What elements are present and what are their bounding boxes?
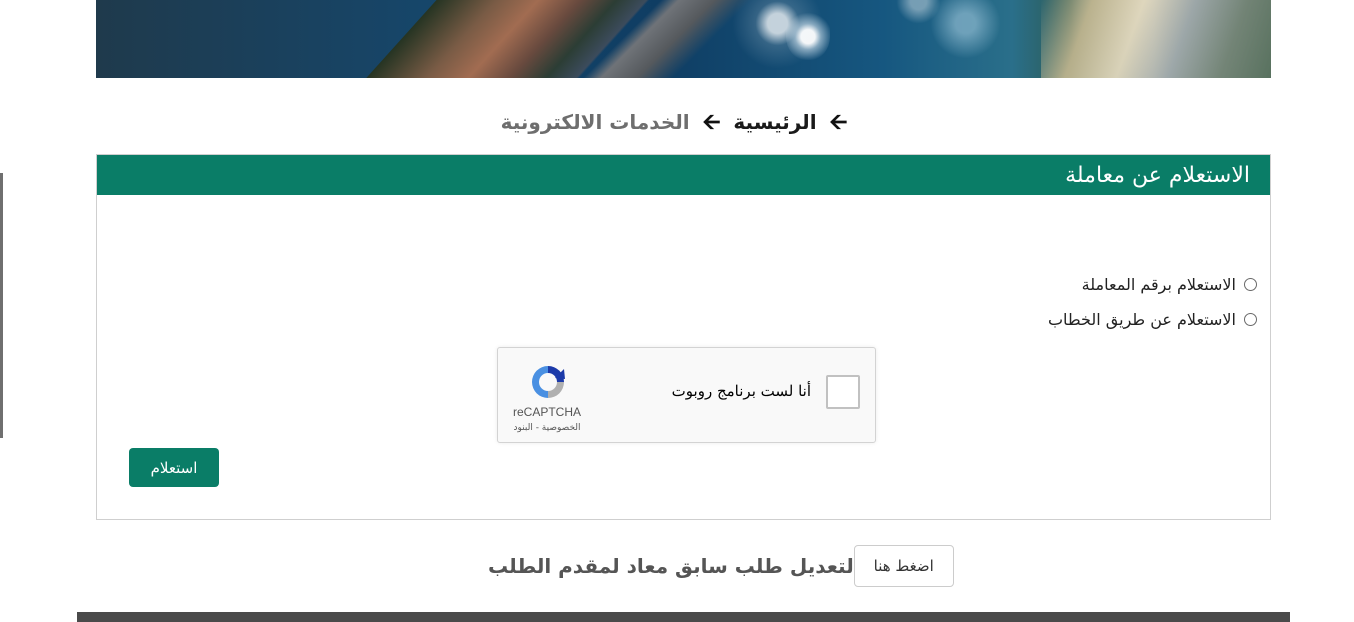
left-edge-line [0,173,3,438]
recaptcha-label: أنا لست برنامج روبوت [671,382,811,400]
inquiry-submit-button[interactable]: استعلام [129,448,219,487]
option-label: الاستعلام عن طريق الخطاب [1047,309,1236,329]
option-label: الاستعلام برقم المعاملة [1081,274,1236,294]
recaptcha-logo-icon [532,366,565,398]
recaptcha-checkbox[interactable] [826,375,860,409]
hero-fountain [786,8,830,60]
breadcrumb-arrow-icon: 🡨 [702,110,721,135]
footer-bar [77,612,1290,622]
radio-button[interactable] [1244,312,1257,326]
breadcrumb-arrow-icon: 🡨 [829,110,848,135]
hero-banner-image [96,0,1271,78]
recaptcha-brand: reCAPTCHA [512,405,581,419]
recaptcha-privacy-terms-links[interactable]: الخصوصية - البنود [498,423,596,433]
breadcrumb-home-link[interactable]: الرئيسية [733,110,816,134]
click-here-button[interactable]: اضغط هنا [853,545,954,587]
inquiry-panel: الاستعلام عن معاملة الاستعلام برقم المعا… [96,154,1271,520]
option-by-letter[interactable]: الاستعلام عن طريق الخطاب [1048,306,1257,332]
panel-title: الاستعلام عن معاملة [97,155,1270,195]
radio-button[interactable] [1244,277,1257,291]
edit-request-text: لتعديل طلب سابق معاد لمقدم الطلب [488,554,854,578]
hero-beach [1041,0,1271,78]
breadcrumb: 🡨 الرئيسية 🡨 الخدمات الالكترونية [0,106,1354,139]
breadcrumb-current: الخدمات الالكترونية [500,110,690,134]
recaptcha-widget: أنا لست برنامج روبوت reCAPTCHA الخصوصية … [497,347,876,443]
option-by-transaction-number[interactable]: الاستعلام برقم المعاملة [1082,271,1257,297]
edit-request-row: لتعديل طلب سابق معاد لمقدم الطلب اضغط هن… [480,544,954,588]
